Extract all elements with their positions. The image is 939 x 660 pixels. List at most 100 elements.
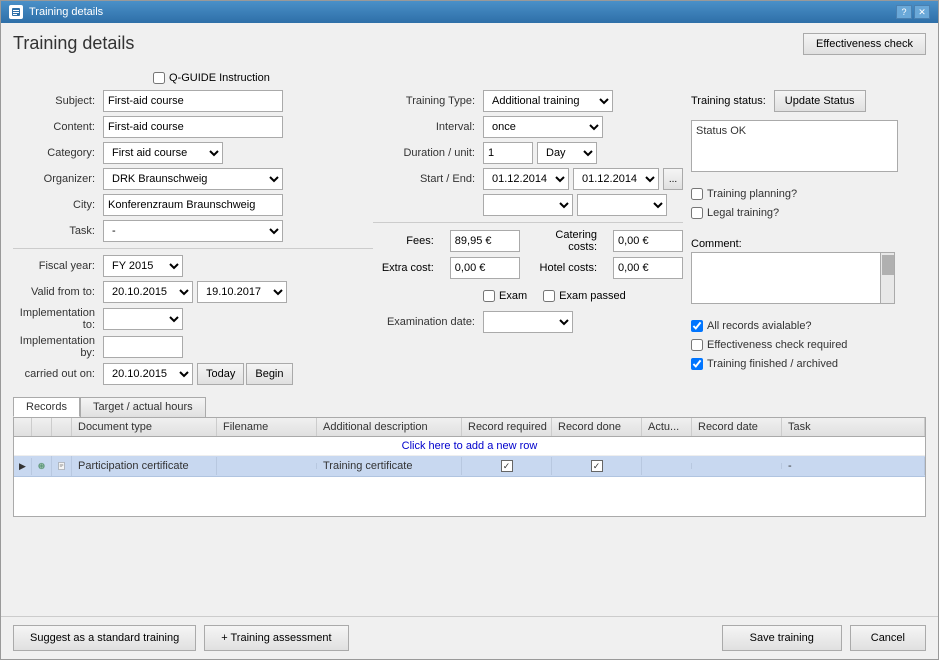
- td-expand: ▶: [14, 458, 32, 475]
- impl-to-select[interactable]: [103, 308, 183, 330]
- start-end-label: Start / End:: [373, 173, 483, 185]
- exam-checkbox[interactable]: [483, 290, 495, 302]
- extra-cost-input[interactable]: [450, 257, 520, 279]
- tab-target[interactable]: Target / actual hours: [80, 397, 206, 417]
- tabs-area: Records Target / actual hours Document t…: [13, 397, 926, 517]
- expand-arrow-icon: ▶: [19, 461, 26, 472]
- fiscal-select[interactable]: FY 2015: [103, 255, 183, 277]
- header-row: Training details Effectiveness check: [13, 33, 926, 64]
- organizer-label: Organizer:: [13, 173, 103, 185]
- interval-select[interactable]: once: [483, 116, 603, 138]
- left-column: Subject: Content: Category: First aid co…: [13, 90, 373, 389]
- exam-date-row: Examination date:: [373, 311, 683, 333]
- training-status-row: Training status: Update Status: [691, 90, 926, 112]
- end-date-select[interactable]: 01.12.2014: [573, 168, 659, 190]
- city-label: City:: [13, 199, 103, 211]
- effectiveness-check-req-checkbox[interactable]: [691, 339, 703, 351]
- subject-input[interactable]: [103, 90, 283, 112]
- subject-row: Subject:: [13, 90, 373, 112]
- bottom-right-buttons: Save training Cancel: [722, 625, 926, 651]
- add-row-link[interactable]: Click here to add a new row: [14, 437, 925, 456]
- start-date-select[interactable]: 01.12.2014: [483, 168, 569, 190]
- all-records-row: All records avialable?: [691, 320, 926, 332]
- comment-section: Comment:: [691, 238, 926, 304]
- exam-date-select[interactable]: [483, 311, 573, 333]
- training-finished-row: Training finished / archived: [691, 358, 926, 370]
- td-actu: [642, 463, 692, 469]
- fiscal-label: Fiscal year:: [13, 260, 103, 272]
- td-filename: [217, 463, 317, 469]
- page-title: Training details: [13, 33, 134, 54]
- table-row[interactable]: ▶: [14, 456, 925, 477]
- legal-training-checkbox[interactable]: [691, 207, 703, 219]
- close-button[interactable]: ✕: [914, 5, 930, 19]
- bottom-bar: Suggest as a standard training + Trainin…: [1, 616, 938, 659]
- window-icon: [9, 5, 23, 19]
- content-input[interactable]: [103, 116, 283, 138]
- document-icon: [58, 459, 65, 473]
- valid-from-select[interactable]: 20.10.2015: [103, 281, 193, 303]
- training-assessment-button[interactable]: + Training assessment: [204, 625, 348, 651]
- training-planning-checkbox[interactable]: [691, 188, 703, 200]
- impl-to-label: Implementation to:: [13, 307, 103, 331]
- qguide-checkbox[interactable]: [153, 72, 165, 84]
- th-record-required: Record required: [462, 418, 552, 436]
- record-done-checkbox: [591, 460, 603, 472]
- carried-select[interactable]: 20.10.2015: [103, 363, 193, 385]
- th-icon1: [32, 418, 52, 436]
- th-filename: Filename: [217, 418, 317, 436]
- window-title: Training details: [29, 6, 103, 18]
- scrollbar-thumb: [882, 255, 894, 275]
- comment-textarea[interactable]: [691, 252, 881, 304]
- title-bar: Training details ? ✕: [1, 1, 938, 23]
- td-task: -: [782, 457, 925, 475]
- task-select[interactable]: -: [103, 220, 283, 242]
- save-training-button[interactable]: Save training: [722, 625, 842, 651]
- duration-input[interactable]: [483, 142, 533, 164]
- valid-to-select[interactable]: 19.10.2017: [197, 281, 287, 303]
- valid-from-row: Valid from to: 20.10.2015 19.10.2017: [13, 281, 373, 303]
- fees-section: Fees: Catering costs: Extra cost: Hotel …: [373, 229, 683, 279]
- hotel-label: Hotel costs:: [528, 262, 605, 274]
- category-select[interactable]: First aid course: [103, 142, 223, 164]
- training-finished-checkbox[interactable]: [691, 358, 703, 370]
- date-picker-button[interactable]: ...: [663, 168, 683, 190]
- tab-records[interactable]: Records: [13, 397, 80, 417]
- status-box: Status OK: [691, 120, 898, 172]
- start-time-select[interactable]: [483, 194, 573, 216]
- duration-label: Duration / unit:: [373, 147, 483, 159]
- exam-row: Exam Exam passed: [373, 285, 683, 307]
- suggest-standard-button[interactable]: Suggest as a standard training: [13, 625, 196, 651]
- city-input[interactable]: [103, 194, 283, 216]
- exam-passed-label: Exam passed: [559, 290, 626, 302]
- effectiveness-check-button[interactable]: Effectiveness check: [803, 33, 926, 55]
- task-label: Task:: [13, 225, 103, 237]
- today-button[interactable]: Today: [197, 363, 244, 385]
- catering-label: Catering costs:: [528, 229, 605, 253]
- extra-cost-label: Extra cost:: [373, 262, 442, 274]
- th-expand: [14, 418, 32, 436]
- exam-date-label: Examination date:: [373, 316, 483, 328]
- end-time-select[interactable]: [577, 194, 667, 216]
- exam-passed-checkbox[interactable]: [543, 290, 555, 302]
- td-record-required: [462, 457, 552, 475]
- exam-label: Exam: [499, 290, 527, 302]
- organizer-select[interactable]: DRK Braunschweig: [103, 168, 283, 190]
- help-button[interactable]: ?: [896, 5, 912, 19]
- valid-from-label: Valid from to:: [13, 286, 103, 298]
- begin-button[interactable]: Begin: [246, 363, 292, 385]
- all-records-checkbox[interactable]: [691, 320, 703, 332]
- day-select[interactable]: Day: [537, 142, 597, 164]
- status-value: Status OK: [696, 125, 746, 137]
- cancel-button[interactable]: Cancel: [850, 625, 926, 651]
- training-type-select[interactable]: Additional training: [483, 90, 613, 112]
- td-additional-description: Training certificate: [317, 457, 462, 475]
- catering-input[interactable]: [613, 230, 683, 252]
- fees-input[interactable]: [450, 230, 520, 252]
- training-finished-label: Training finished / archived: [707, 358, 838, 370]
- update-status-button[interactable]: Update Status: [774, 90, 866, 112]
- impl-by-input[interactable]: [103, 336, 183, 358]
- interval-label: Interval:: [373, 121, 483, 133]
- hotel-input[interactable]: [613, 257, 683, 279]
- td-record-date: [692, 463, 782, 469]
